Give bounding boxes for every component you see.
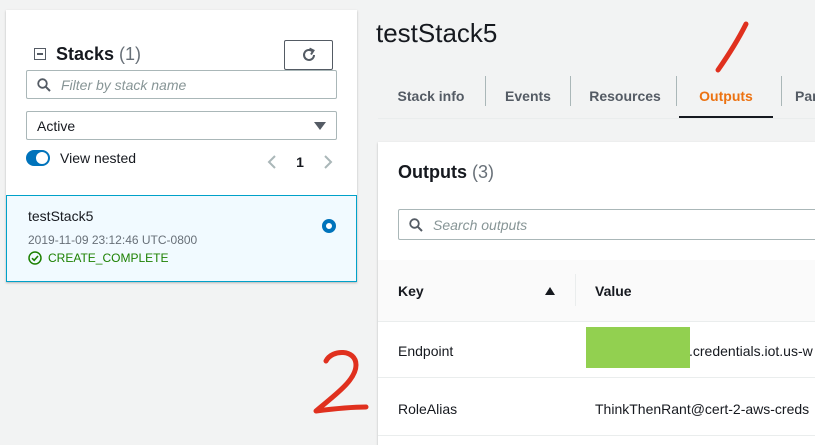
tab-outputs[interactable]: Outputs	[679, 74, 773, 118]
output-key: RoleAlias	[398, 401, 458, 417]
table-row: RoleAlias ThinkThenRant@cert-2-aws-creds	[378, 382, 815, 436]
annotation-mark-2	[313, 350, 369, 414]
stack-status-text: CREATE_COMPLETE	[48, 251, 169, 265]
status-select-value: Active	[37, 117, 76, 134]
stack-filter[interactable]	[26, 70, 337, 99]
stack-filter-input[interactable]	[61, 76, 321, 93]
tab-divider	[570, 76, 571, 106]
output-key: Endpoint	[398, 343, 454, 359]
chevron-right-icon[interactable]	[318, 152, 338, 172]
outputs-search[interactable]	[398, 209, 815, 240]
page-title: testStack5	[376, 18, 498, 48]
stack-select-radio[interactable]	[322, 219, 336, 233]
search-icon	[409, 217, 423, 232]
stacks-panel-header: Stacks (1)	[34, 43, 141, 65]
output-value: ThinkThenRant@cert-2-aws-creds	[595, 401, 810, 417]
output-value: .credentials.iot.us-w	[689, 343, 813, 359]
status-select[interactable]: Active	[26, 111, 337, 140]
view-nested-label: View nested	[60, 150, 137, 166]
tab-bar-border	[378, 118, 815, 119]
tab-divider	[676, 76, 677, 106]
column-header-key[interactable]: Key	[398, 283, 424, 299]
tab-bar: Stack info Events Resources Outputs Par	[378, 74, 815, 119]
stack-name[interactable]: testStack5	[28, 208, 93, 224]
tab-divider	[781, 76, 782, 106]
stack-list-item[interactable]: testStack5 2019-11-09 23:12:46 UTC-0800 …	[6, 195, 357, 282]
tab-events[interactable]: Events	[486, 74, 570, 118]
sort-ascending-icon[interactable]	[545, 287, 555, 295]
outputs-table-header: Key Value	[378, 260, 815, 322]
column-header-value[interactable]: Value	[595, 283, 632, 299]
chevron-left-icon[interactable]	[262, 152, 282, 172]
table-row: Endpoint .credentials.iot.us-w	[378, 324, 815, 378]
search-icon	[37, 77, 51, 92]
outputs-count: (3)	[472, 162, 494, 182]
outputs-header: Outputs (3)	[398, 162, 494, 183]
outputs-title: Outputs	[398, 162, 467, 182]
view-nested-row: View nested	[26, 150, 136, 166]
annotation-mark-1	[715, 21, 749, 73]
stack-timestamp: 2019-11-09 23:12:46 UTC-0800	[28, 233, 198, 247]
redaction-block	[586, 327, 690, 368]
tab-resources[interactable]: Resources	[577, 74, 673, 118]
stacks-panel: Stacks (1) Active View nested 1 testStac…	[6, 10, 357, 282]
tab-stack-info[interactable]: Stack info	[384, 74, 478, 118]
column-divider	[575, 274, 576, 306]
refresh-icon	[302, 47, 315, 61]
collapse-icon[interactable]	[34, 48, 46, 60]
stacks-count: (1)	[119, 43, 142, 64]
caret-down-icon	[314, 121, 326, 130]
outputs-search-input[interactable]	[433, 216, 813, 233]
view-nested-toggle[interactable]	[26, 150, 50, 166]
pagination: 1	[262, 152, 338, 172]
stacks-title: Stacks	[56, 43, 115, 64]
page-number[interactable]: 1	[282, 154, 318, 170]
outputs-panel: Outputs (3) Key Value Endpoint .credenti…	[378, 142, 815, 445]
stack-status: CREATE_COMPLETE	[28, 251, 168, 265]
tab-parameters[interactable]: Par	[783, 74, 815, 118]
check-circle-icon	[28, 251, 42, 265]
refresh-button[interactable]	[284, 40, 333, 70]
